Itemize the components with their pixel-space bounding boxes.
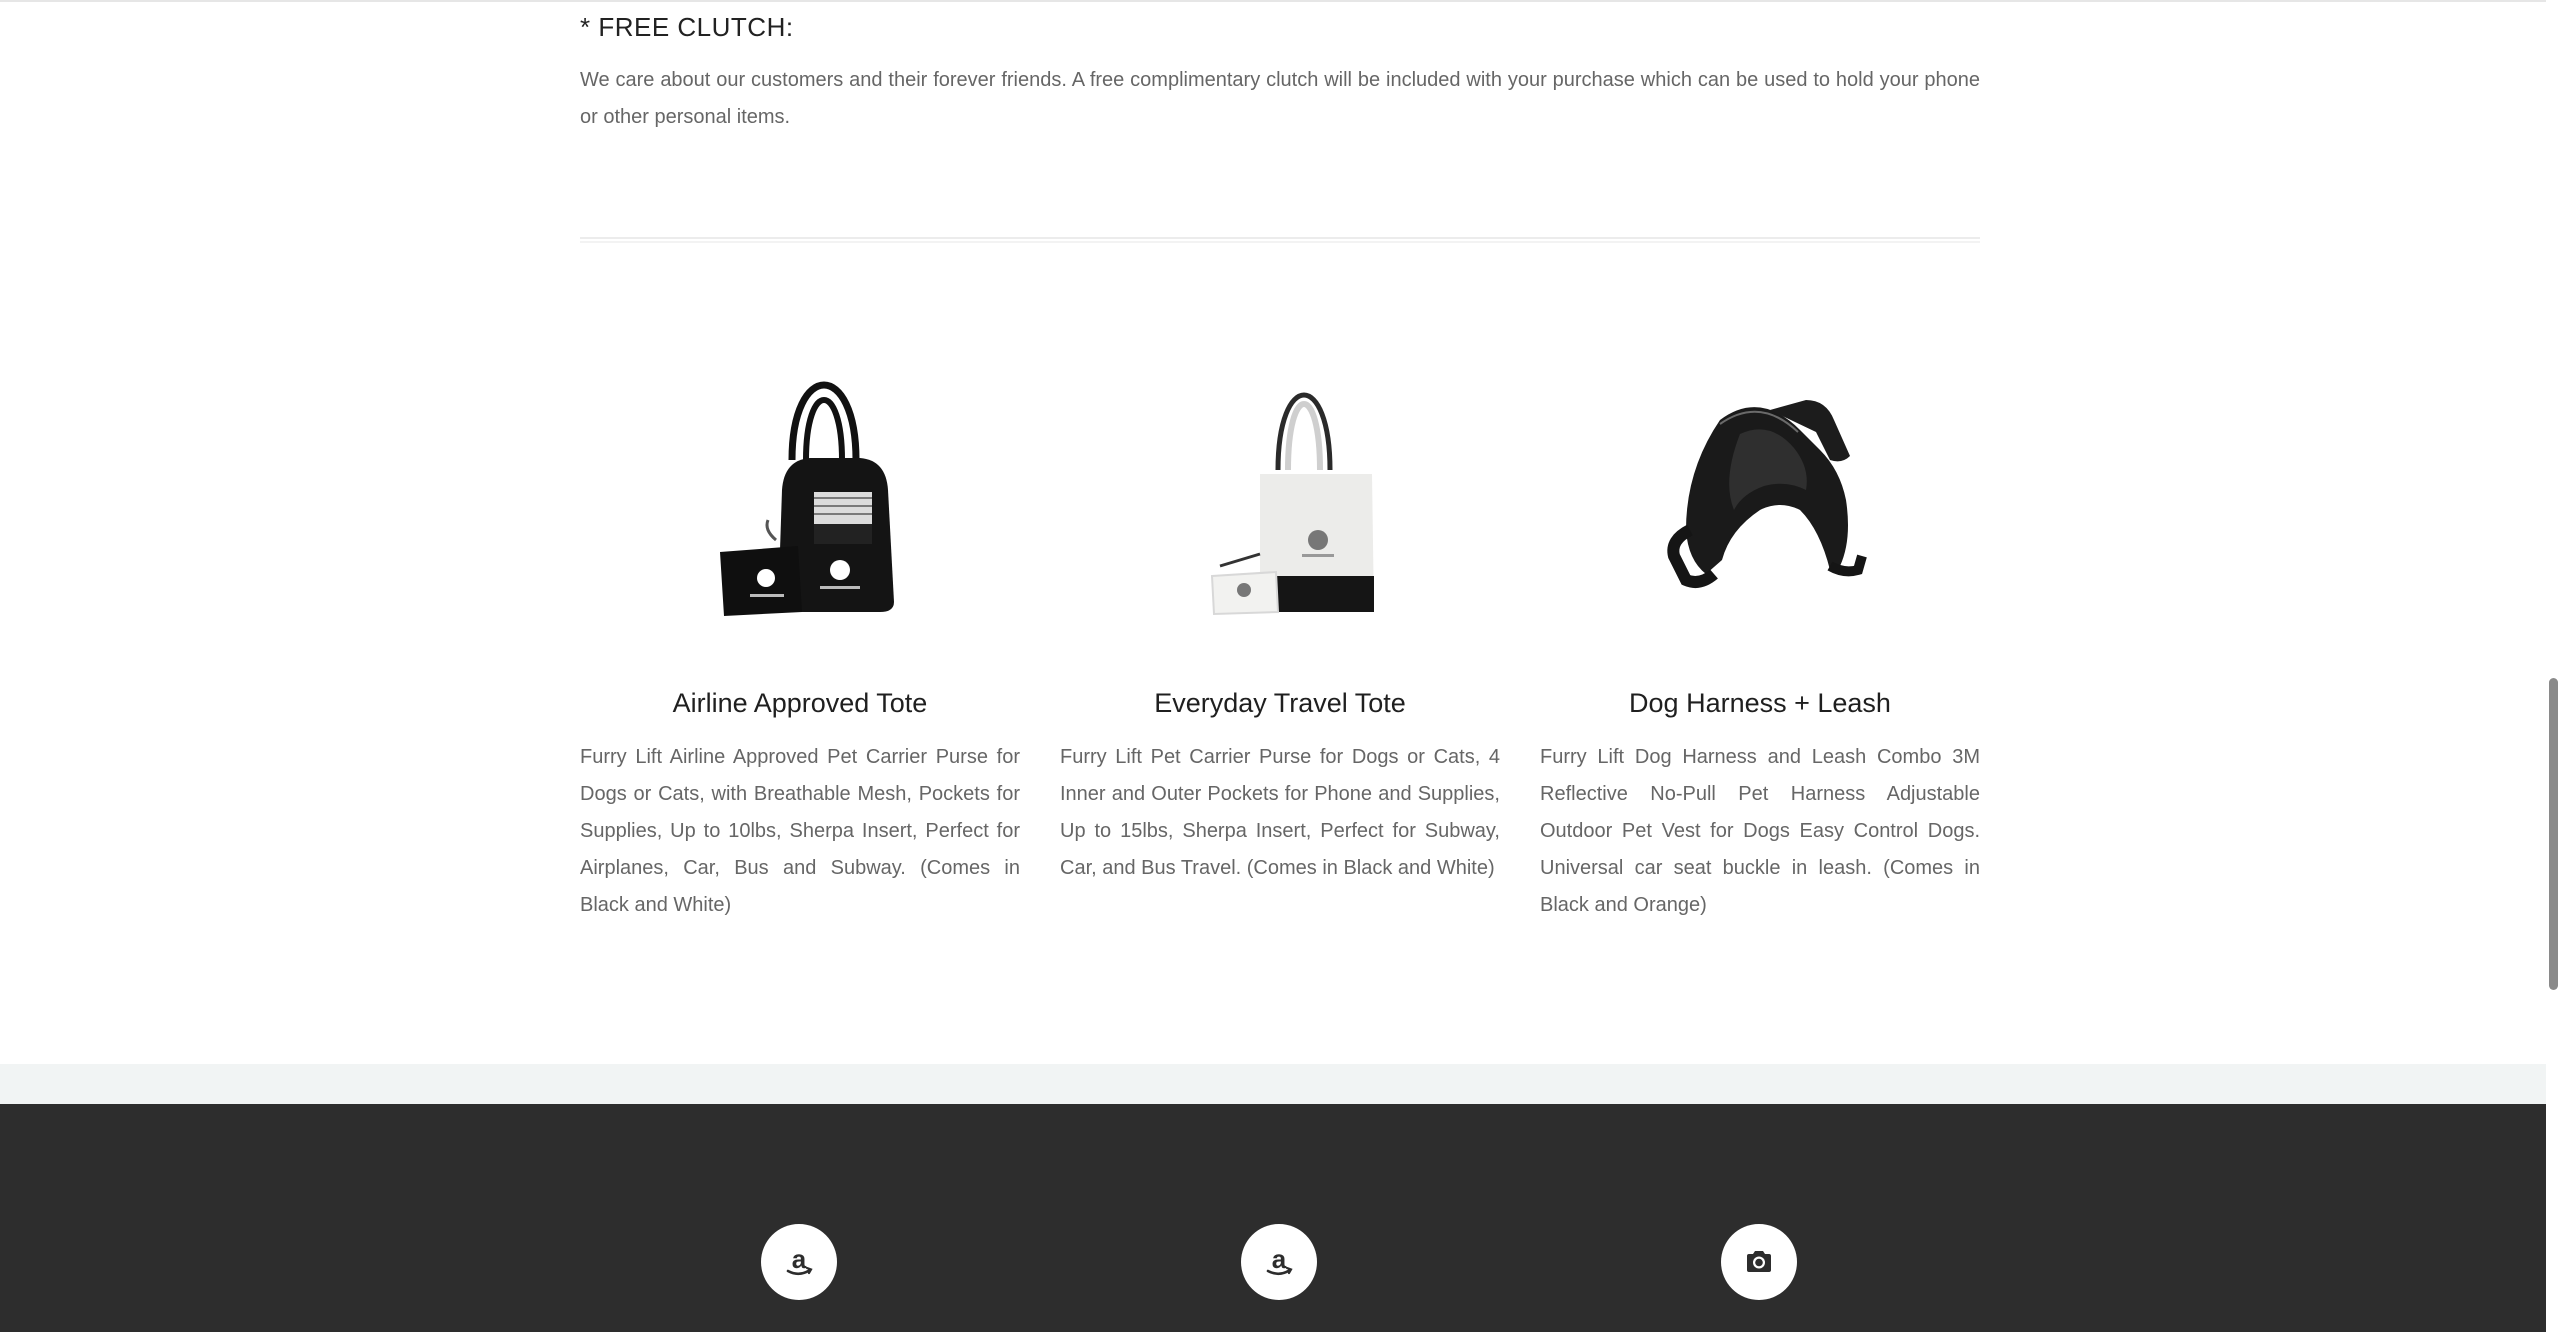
product-title[interactable]: Airline Approved Tote	[580, 688, 1020, 719]
product-image-dog-harness[interactable]	[1540, 330, 1980, 650]
amazon-icon: a	[786, 1244, 813, 1276]
product-description: Furry Lift Airline Approved Pet Carrier …	[580, 746, 1020, 916]
free-clutch-heading: * FREE CLUTCH:	[580, 12, 794, 42]
svg-text:a: a	[792, 1244, 807, 1274]
product-title[interactable]: Dog Harness + Leash	[1540, 688, 1980, 719]
section-divider	[580, 237, 1980, 243]
footer-top-strip	[0, 1064, 2560, 1104]
product-card: Dog Harness + Leash Furry Lift Dog Harne…	[1540, 330, 1980, 924]
harness-image	[1667, 400, 1867, 588]
camera-icon	[1747, 1251, 1771, 1272]
scrollbar-track[interactable]	[2546, 0, 2560, 1332]
product-grid: Airline Approved Tote Furry Lift Airline…	[580, 330, 1980, 924]
top-rule	[0, 0, 2560, 2]
product-image-white-tote[interactable]	[1060, 330, 1500, 650]
amazon-link-button[interactable]: a	[1241, 1224, 1317, 1300]
black-tote-image	[720, 381, 894, 616]
product-description: Furry Lift Pet Carrier Purse for Dogs or…	[1060, 746, 1500, 879]
product-card: Everyday Travel Tote Furry Lift Pet Carr…	[1060, 330, 1500, 924]
amazon-icon: a	[1266, 1244, 1293, 1276]
svg-text:a: a	[1272, 1244, 1287, 1274]
footer: a a	[0, 1104, 2560, 1332]
free-clutch-description: We care about our customers and their fo…	[580, 69, 1980, 128]
page: * FREE CLUTCH: We care about our custome…	[0, 0, 2560, 1332]
product-card: Airline Approved Tote Furry Lift Airline…	[580, 330, 1020, 924]
amazon-link-button[interactable]: a	[761, 1224, 837, 1300]
scrollbar-thumb[interactable]	[2549, 678, 2558, 990]
product-title[interactable]: Everyday Travel Tote	[1060, 688, 1500, 719]
camera-link-button[interactable]	[1721, 1224, 1797, 1300]
white-tote-image	[1210, 392, 1374, 616]
product-description: Furry Lift Dog Harness and Leash Combo 3…	[1540, 746, 1980, 916]
product-image-black-tote[interactable]	[580, 330, 1020, 650]
